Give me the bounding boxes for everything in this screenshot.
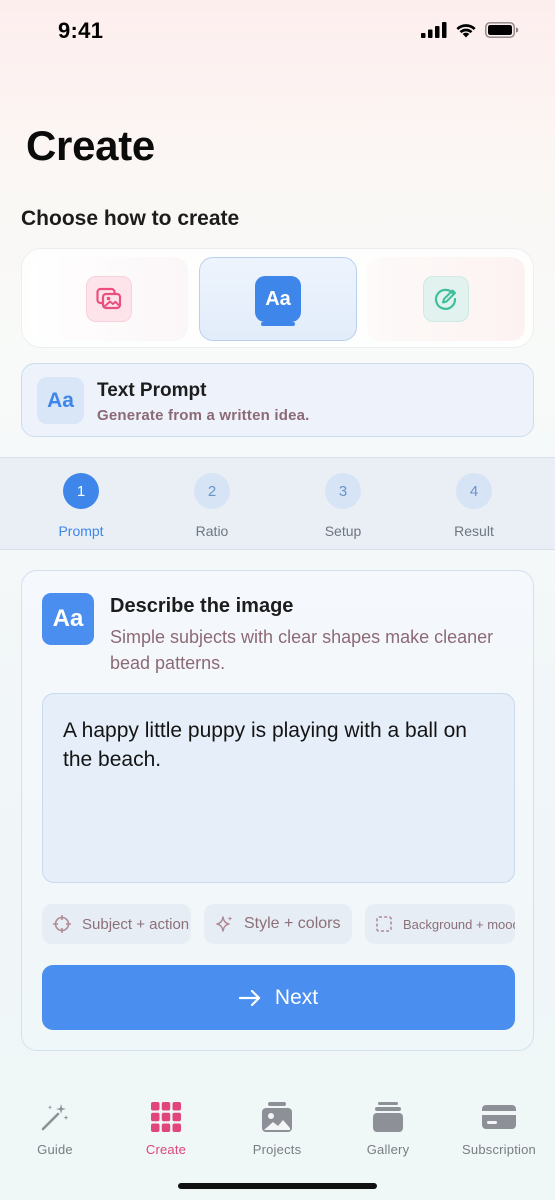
next-button-label: Next [274, 985, 319, 1009]
mode-sketch-option[interactable] [367, 257, 525, 341]
arrow-right-icon [238, 989, 261, 1006]
images-icon [86, 276, 132, 322]
next-button[interactable]: Next [42, 965, 515, 1030]
describe-image-card: Aa Describe the image Simple subjects wi… [21, 570, 534, 1051]
chip-label: Subject + action [82, 915, 190, 933]
tab-label: Create [145, 1142, 187, 1157]
mode-image-option[interactable] [30, 257, 188, 341]
card-icon [482, 1105, 516, 1129]
tab-label: Subscription [462, 1142, 536, 1157]
sparkle-icon [216, 916, 233, 932]
status-time: 9:41 [58, 18, 104, 43]
step-setup[interactable]: 3 Setup [298, 473, 388, 539]
step-result[interactable]: 4 Result [429, 473, 519, 539]
progress-stepper: 1 Prompt 2 Ratio 3 Setup 4 Result [0, 457, 555, 550]
describe-subtitle: Simple subjects with clear shapes make c… [110, 627, 494, 673]
step-label: Result [454, 523, 494, 539]
prompt-input[interactable]: A happy little puppy is playing with a b… [42, 693, 515, 883]
selected-mode-title: Text Prompt [97, 380, 207, 401]
tab-guide[interactable]: Guide [0, 1100, 110, 1157]
create-mode-selector: Aa [21, 248, 534, 348]
step-number: 4 [456, 473, 492, 509]
battery-icon [485, 22, 519, 38]
tab-bar: Guide Create Projects Gallery Subscripti… [0, 1080, 555, 1200]
chip-style-colors[interactable]: Style + colors [204, 904, 352, 944]
text-aa-icon: Aa [255, 276, 301, 322]
grid-icon [151, 1102, 181, 1132]
cellular-signal-icon [421, 22, 447, 38]
tab-gallery[interactable]: Gallery [333, 1100, 443, 1157]
chip-subject-action[interactable]: Subject + action [42, 904, 191, 944]
tab-label: Guide [37, 1142, 73, 1157]
tab-label: Gallery [366, 1142, 410, 1157]
chip-label: Background + mood [403, 916, 515, 932]
tab-label: Projects [252, 1142, 302, 1157]
chip-background-mood[interactable]: Background + mood [365, 904, 515, 944]
tab-projects[interactable]: Projects [222, 1100, 332, 1157]
active-mode-indicator [261, 322, 295, 326]
magic-wand-icon [41, 1104, 69, 1131]
describe-title: Describe the image [110, 595, 294, 617]
chip-label: Style + colors [244, 915, 341, 932]
status-icons [421, 22, 519, 38]
step-label: Setup [324, 523, 362, 539]
status-bar: 9:41 [0, 0, 555, 62]
sketch-icon [423, 276, 469, 322]
step-number: 3 [325, 473, 361, 509]
photo-stack-icon [262, 1102, 292, 1132]
choose-heading: Choose how to create [21, 207, 240, 230]
dashed-square-icon [376, 916, 392, 932]
crosshair-icon [53, 915, 71, 933]
step-label: Prompt [58, 523, 104, 539]
step-number: 2 [194, 473, 230, 509]
text-aa-icon: Aa [37, 377, 84, 424]
tab-create[interactable]: Create [111, 1100, 221, 1157]
text-aa-icon: Aa [42, 593, 94, 645]
page-title: Create [26, 122, 155, 169]
gallery-stack-icon [373, 1102, 403, 1132]
selected-mode-card: Aa Text Prompt Generate from a written i… [21, 363, 534, 437]
home-indicator [178, 1183, 377, 1189]
mode-text-option[interactable]: Aa [199, 257, 357, 341]
step-label: Ratio [195, 523, 229, 539]
step-number: 1 [63, 473, 99, 509]
wifi-icon [456, 24, 476, 38]
selected-mode-subtitle: Generate from a written idea. [97, 407, 310, 424]
tab-subscription[interactable]: Subscription [444, 1100, 554, 1157]
step-prompt[interactable]: 1 Prompt [36, 473, 126, 539]
step-ratio[interactable]: 2 Ratio [167, 473, 257, 539]
